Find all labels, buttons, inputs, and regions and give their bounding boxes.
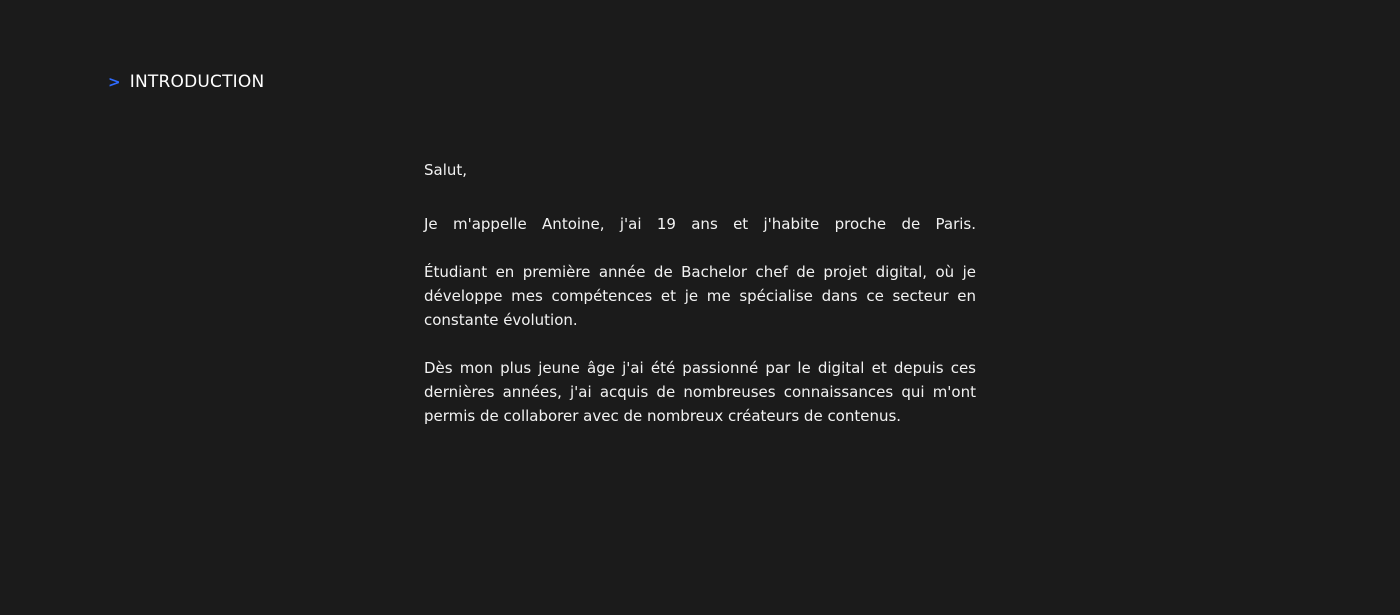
intro-paragraph-2: Étudiant en première année de Bachelor c… xyxy=(424,263,976,329)
intro-greeting: Salut, xyxy=(424,161,468,179)
section-header: > INTRODUCTION xyxy=(108,72,264,92)
intro-text-block: Salut, Je m'appelle Antoine, j'ai 19 ans… xyxy=(424,158,976,452)
intro-paragraph-3: Dès mon plus jeune âge j'ai été passionn… xyxy=(424,359,976,425)
chevron-right-icon: > xyxy=(108,73,121,91)
intro-paragraph-1: Je m'appelle Antoine, j'ai 19 ans et j'h… xyxy=(424,215,976,233)
section-title: INTRODUCTION xyxy=(129,72,265,92)
